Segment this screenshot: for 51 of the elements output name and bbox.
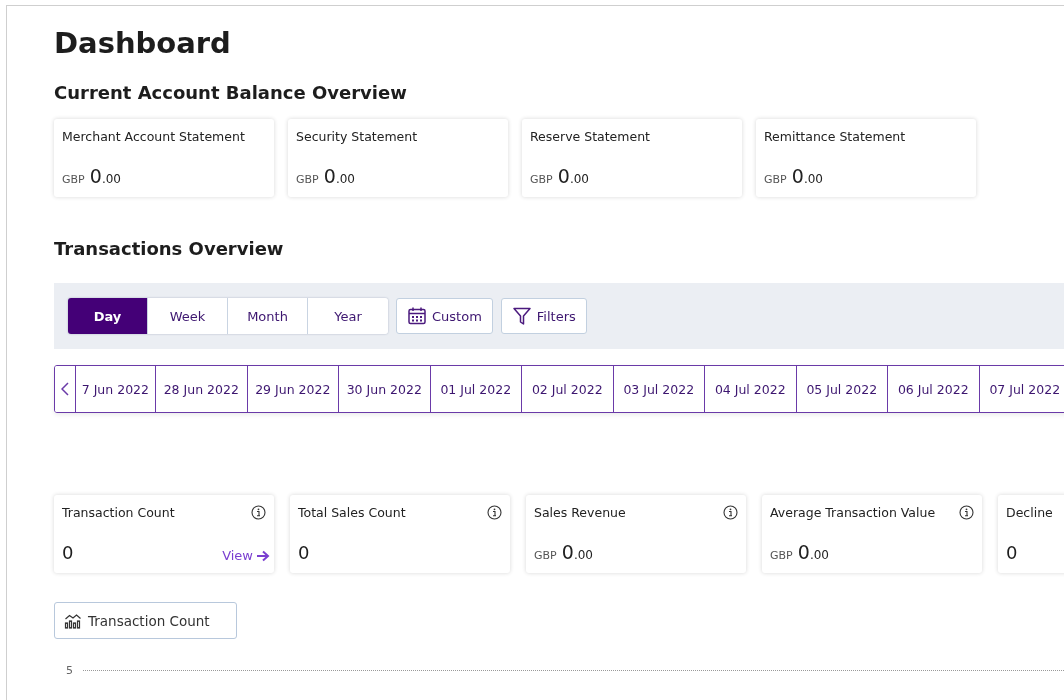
section-heading: Transactions Overview [54, 237, 285, 261]
count-value: 0 [62, 542, 74, 563]
chevron-left-icon [61, 382, 69, 396]
arrow-right-icon [256, 549, 270, 562]
amount-value: GBP 0.00 [534, 541, 593, 563]
info-icon [723, 505, 738, 520]
amount-value: GBP 0.00 [62, 165, 122, 187]
date-tab[interactable]: 07 Jul 2022 [979, 366, 1064, 412]
date-tab[interactable]: 05 Jul 2022 [796, 366, 888, 412]
date-tab[interactable]: 28 Jun 2022 [156, 366, 248, 412]
page-title: Dashboard [54, 26, 232, 60]
card-label: Sales Revenue [534, 505, 626, 520]
axis-tick-label: 5 [66, 664, 73, 677]
period-tab[interactable]: Year [308, 298, 388, 334]
card-label: Merchant Account Statement [62, 129, 246, 144]
amount-value: GBP 0.00 [296, 165, 356, 187]
date-tab[interactable]: 03 Jul 2022 [613, 366, 705, 412]
card-label: Average Transaction Value [770, 505, 936, 520]
card-label: Transaction Count [62, 505, 175, 520]
previous-button[interactable] [55, 366, 76, 412]
section-heading: Current Account Balance Overview [54, 81, 408, 105]
count-value: 0 [1006, 542, 1018, 563]
info-icon [487, 505, 502, 520]
card-label: Decline [1006, 505, 1053, 520]
filters-button[interactable]: Filters [500, 298, 587, 334]
card-label: Reserve Statement [530, 129, 651, 144]
date-tab[interactable]: 7 Jun 2022 [76, 366, 156, 412]
custom-button[interactable]: Custom [396, 298, 493, 334]
card-label: Total Sales Count [298, 505, 406, 520]
amount-value: GBP 0.00 [530, 165, 590, 187]
info-icon [251, 505, 266, 520]
amount-value: GBP 0.00 [764, 165, 824, 187]
card-label: Remittance Statement [764, 129, 907, 144]
card-label: Security Statement [296, 129, 419, 144]
chart-type-button[interactable]: Transaction Count [54, 602, 237, 639]
view-link[interactable]: View [222, 548, 270, 563]
amount-value: GBP 0.00 [770, 541, 829, 563]
period-tab[interactable]: Day [68, 298, 148, 334]
period-tab[interactable]: Month [228, 298, 308, 334]
date-tab[interactable]: 30 Jun 2022 [339, 366, 431, 412]
period-tab[interactable]: Week [148, 298, 228, 334]
info-icon [959, 505, 974, 520]
date-tab[interactable]: 29 Jun 2022 [247, 366, 339, 412]
date-tab[interactable]: 02 Jul 2022 [522, 366, 614, 412]
date-tab[interactable]: 01 Jul 2022 [430, 366, 522, 412]
filter-icon [511, 306, 532, 326]
date-tab[interactable]: 04 Jul 2022 [705, 366, 797, 412]
calendar-icon [407, 306, 427, 326]
date-tab[interactable]: 06 Jul 2022 [888, 366, 980, 412]
count-value: 0 [298, 542, 310, 563]
chart-icon [64, 612, 82, 629]
